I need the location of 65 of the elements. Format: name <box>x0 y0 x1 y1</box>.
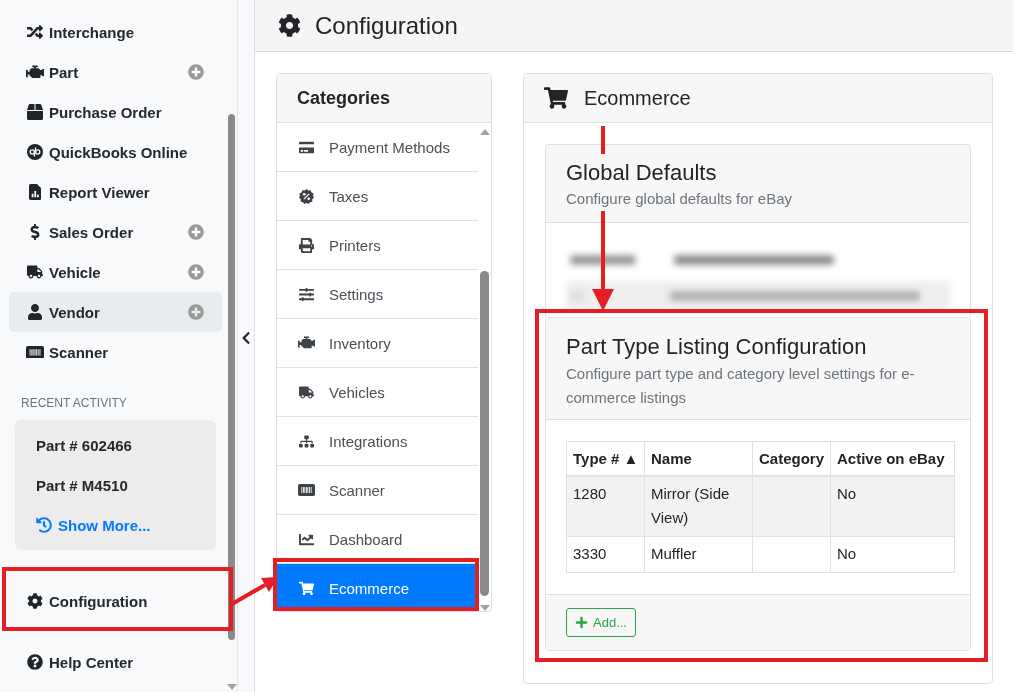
nav-item[interactable]: Configuration <box>9 581 222 621</box>
nav-item[interactable]: QuickBooks Online <box>9 132 222 172</box>
plus-icon <box>575 615 588 629</box>
percent-badge-icon <box>299 188 314 204</box>
section-heading: RECENT ACTIVITY <box>21 396 127 410</box>
nav-item[interactable]: Vendor <box>9 292 222 332</box>
box-icon <box>27 104 43 120</box>
settings-icon <box>278 14 301 37</box>
scroll-up-arrow-icon[interactable] <box>480 129 490 135</box>
nav-item[interactable]: Vehicle <box>9 252 222 292</box>
nav-item[interactable]: Scanner <box>9 332 222 372</box>
nav-item[interactable]: Interchange <box>9 12 222 52</box>
nav-item[interactable]: Sales Order <box>9 212 222 252</box>
scrollbar-thumb[interactable] <box>480 271 489 596</box>
card-subtitle: Configure part type and category level settings for e-commerce listings <box>566 364 916 408</box>
card-subtitle: Configure global defaults for eBay <box>566 189 792 209</box>
card-title: Part Type Listing Configuration <box>566 333 867 361</box>
report-file-icon <box>28 184 42 200</box>
recent-item-link[interactable]: Part # 602466 <box>36 425 132 465</box>
line-chart-icon <box>299 531 314 547</box>
engine-icon <box>26 64 44 80</box>
card-title: Global Defaults <box>566 159 717 187</box>
add-icon[interactable] <box>188 224 204 240</box>
cart-icon <box>544 86 568 110</box>
table-cell: Mirror (Side View) <box>644 475 753 536</box>
table-cell: No <box>830 475 955 536</box>
sliders-icon <box>299 286 314 302</box>
cart-icon <box>299 580 314 596</box>
credit-card-icon <box>299 139 314 155</box>
help-icon <box>27 654 43 670</box>
shuffle-icon <box>27 24 43 40</box>
settings-icon <box>27 593 43 609</box>
table-cell: 3330 <box>566 536 645 572</box>
column-header[interactable]: Category <box>752 441 831 476</box>
engine-icon <box>298 336 315 350</box>
nav-item[interactable]: Purchase Order <box>9 92 222 132</box>
history-icon <box>36 517 52 533</box>
add-icon[interactable] <box>188 304 204 320</box>
scroll-down-arrow-icon[interactable] <box>227 684 237 690</box>
column-header[interactable]: Type # ▲ <box>566 441 645 476</box>
add-icon[interactable] <box>188 64 204 80</box>
page-title: Configuration <box>315 11 458 40</box>
table-cell: 1280 <box>566 475 645 536</box>
card-title: Categories <box>297 87 391 109</box>
nav-item[interactable]: Part <box>9 52 222 92</box>
table-cell: Muffler <box>644 536 753 572</box>
truck-icon <box>27 264 43 280</box>
recent-item-link[interactable]: Part # M4510 <box>36 465 128 505</box>
add-icon[interactable] <box>188 264 204 280</box>
user-icon <box>27 304 43 320</box>
sitemap-icon <box>299 433 314 449</box>
scrollbar-thumb[interactable] <box>228 114 235 640</box>
nav-item[interactable]: Help Center <box>9 642 222 682</box>
nav-item[interactable]: Report Viewer <box>9 172 222 212</box>
annotation-arrow <box>231 577 278 606</box>
scroll-down-arrow-icon[interactable] <box>480 605 490 611</box>
truck-icon <box>299 384 314 400</box>
card-title: Ecommerce <box>584 86 691 110</box>
barcode-icon <box>298 484 315 496</box>
barcode-icon <box>26 345 44 359</box>
table-cell: No <box>830 536 955 572</box>
column-header[interactable]: Active on eBay <box>830 441 955 476</box>
round-logo-icon <box>27 144 43 160</box>
column-header[interactable]: Name <box>644 441 753 476</box>
printer-icon <box>299 237 314 253</box>
